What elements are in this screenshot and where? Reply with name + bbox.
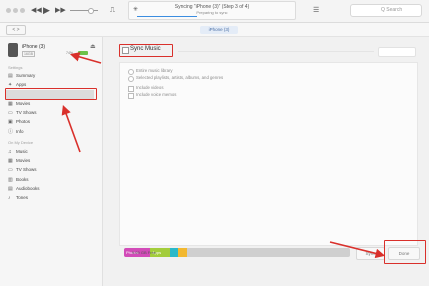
annotation-arrows [61, 52, 386, 259]
arrow-to-done [329, 241, 386, 259]
arrow-to-sync-music [69, 52, 102, 64]
arrow-to-music [61, 104, 81, 153]
